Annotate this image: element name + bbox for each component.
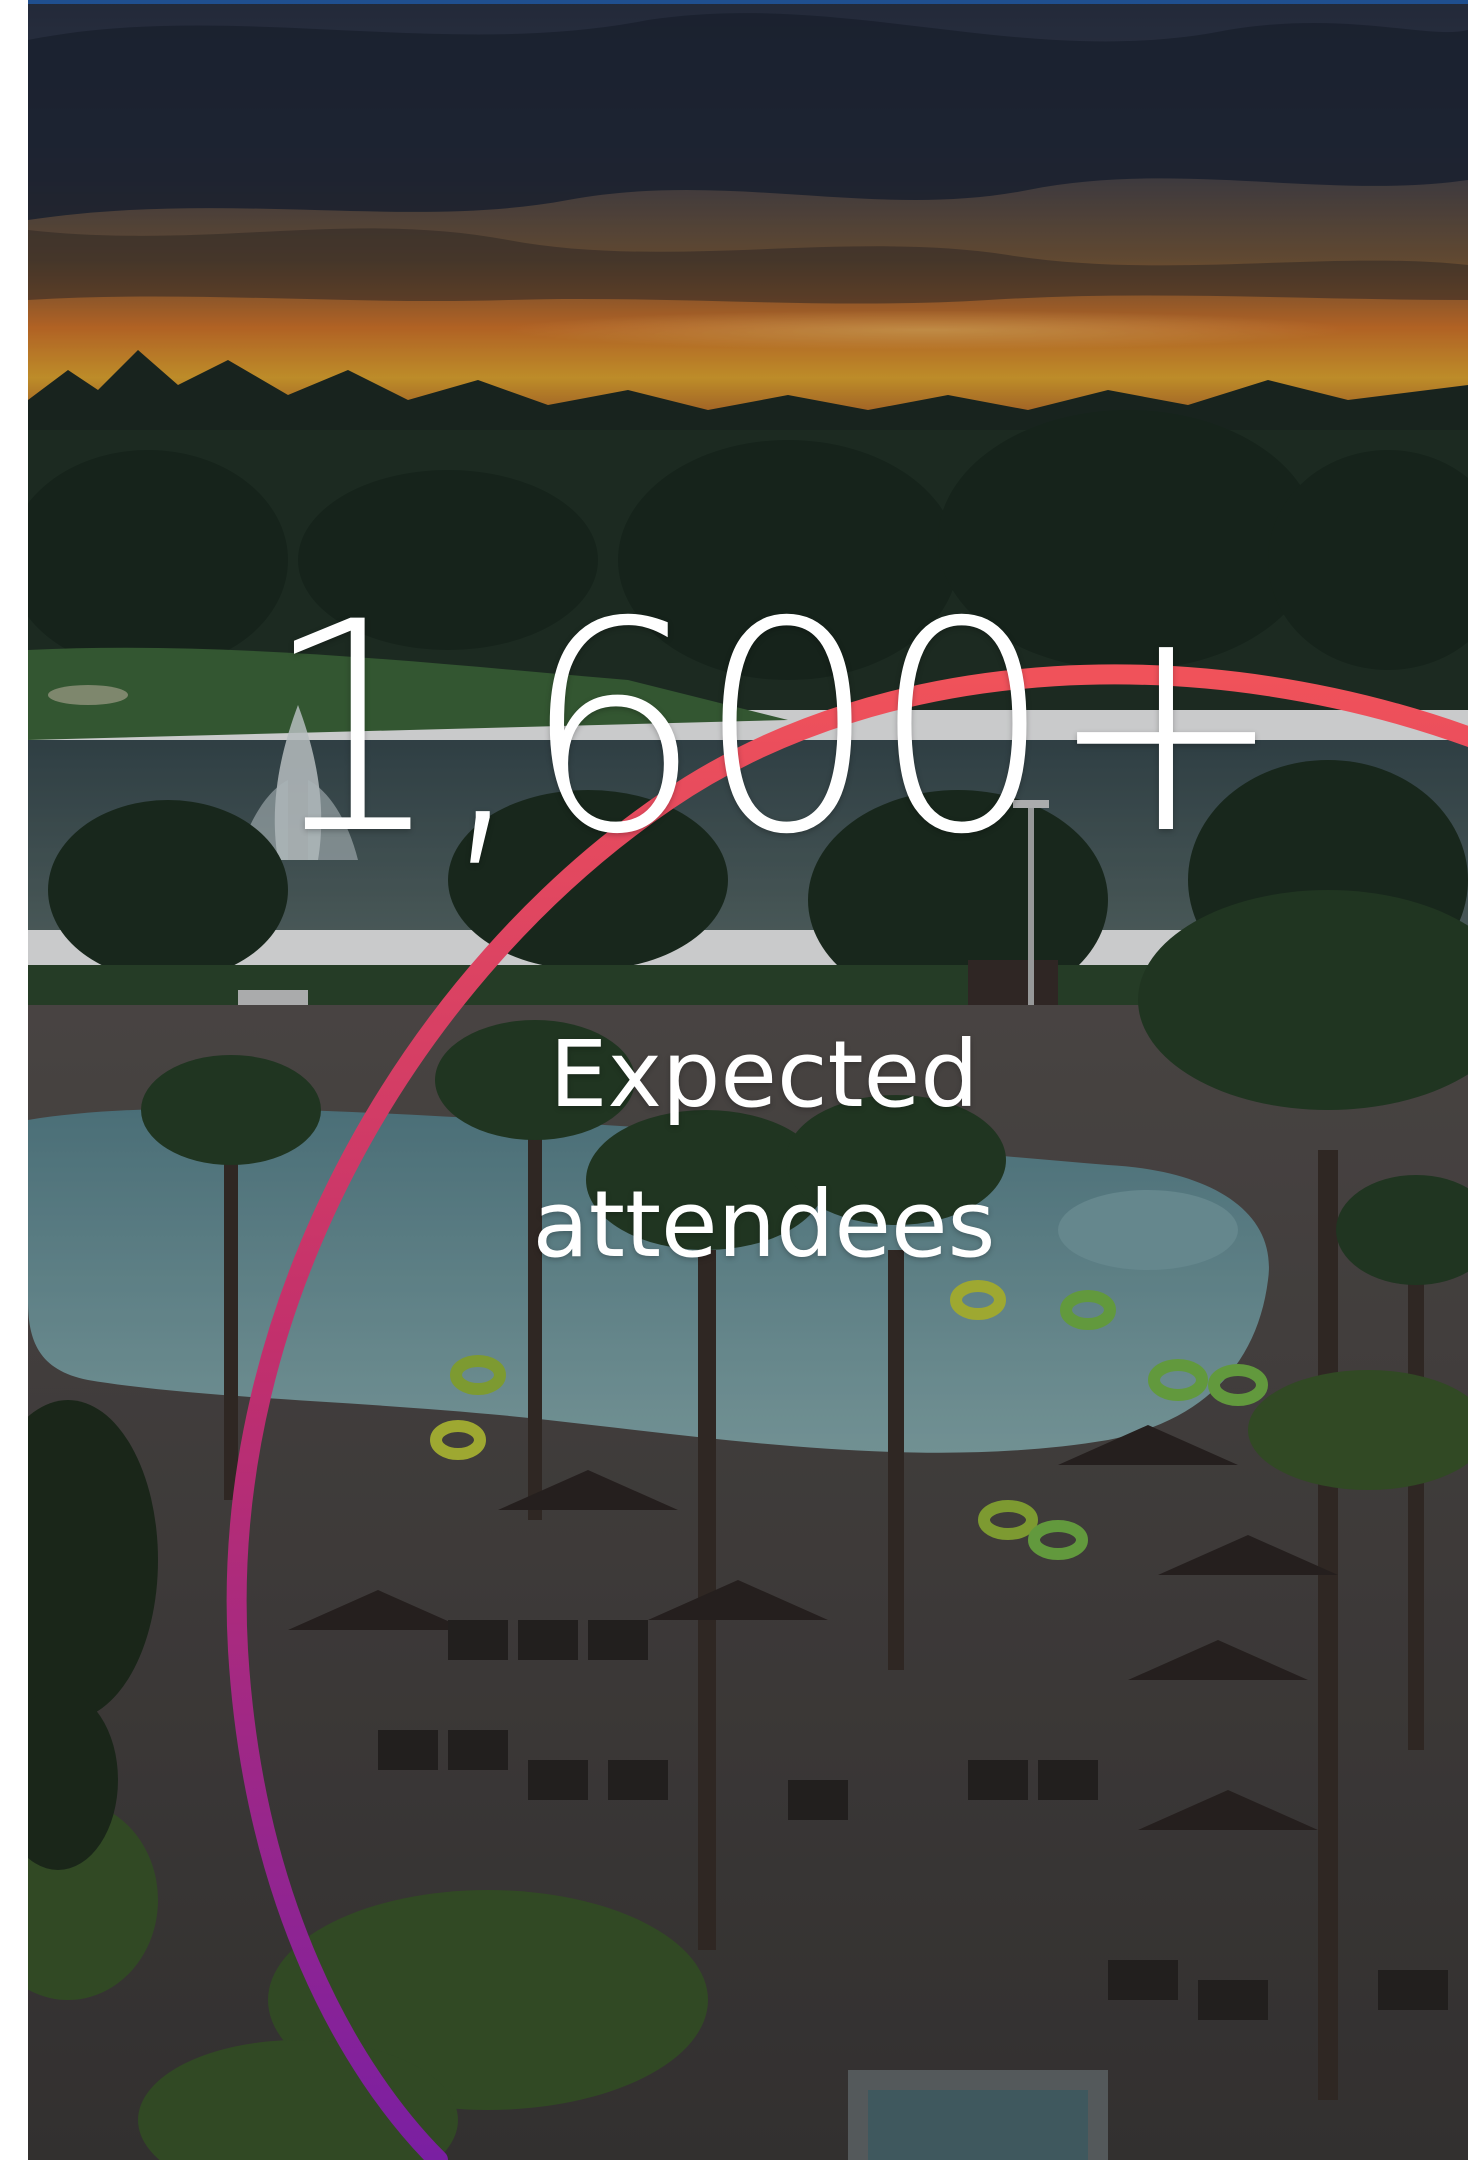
top-border — [28, 0, 1468, 4]
stat-card: 1,600+ Expected attendees — [28, 0, 1468, 2160]
stat-label-line-1: Expected — [549, 1021, 979, 1128]
stat-label: Expected attendees — [44, 1000, 1468, 1300]
stat-label-line-2: attendees — [532, 1171, 996, 1278]
stat-value: 1,600+ — [262, 561, 1285, 898]
